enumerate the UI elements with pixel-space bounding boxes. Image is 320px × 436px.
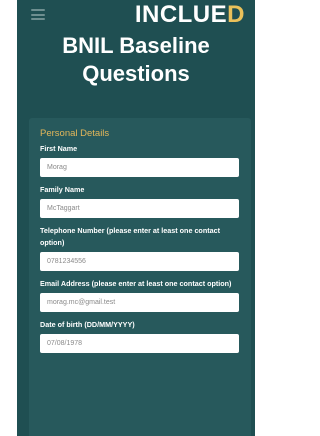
page-title: BNIL Baseline Questions (27, 32, 245, 88)
telephone-label: Telephone Number (please enter at least … (40, 226, 220, 247)
date-of-birth-field[interactable]: 07/08/1978 (40, 334, 239, 353)
telephone-field[interactable]: 0781234556 (40, 252, 239, 271)
hamburger-menu-icon[interactable] (31, 9, 45, 20)
page-title-line-1: BNIL Baseline (62, 33, 210, 58)
date-of-birth-label: Date of birth (DD/MM/YYYY) (40, 320, 135, 329)
email-field[interactable]: morag.mc@gmail.test (40, 293, 239, 312)
family-name-label: Family Name (40, 185, 85, 194)
section-title: Personal Details (40, 128, 110, 139)
first-name-field[interactable]: Morag (40, 158, 239, 177)
page-title-line-2: Questions (82, 61, 190, 86)
personal-details-card: Personal Details First Name Morag Family… (29, 118, 251, 436)
family-name-field[interactable]: McTaggart (40, 199, 239, 218)
app-screen: INCLUED BNIL Baseline Questions Personal… (17, 0, 255, 436)
top-bar: INCLUED (17, 0, 255, 30)
email-label: Email Address (please enter at least one… (40, 279, 232, 288)
first-name-label: First Name (40, 144, 78, 153)
inclued-logo: INCLUED (134, 1, 245, 28)
